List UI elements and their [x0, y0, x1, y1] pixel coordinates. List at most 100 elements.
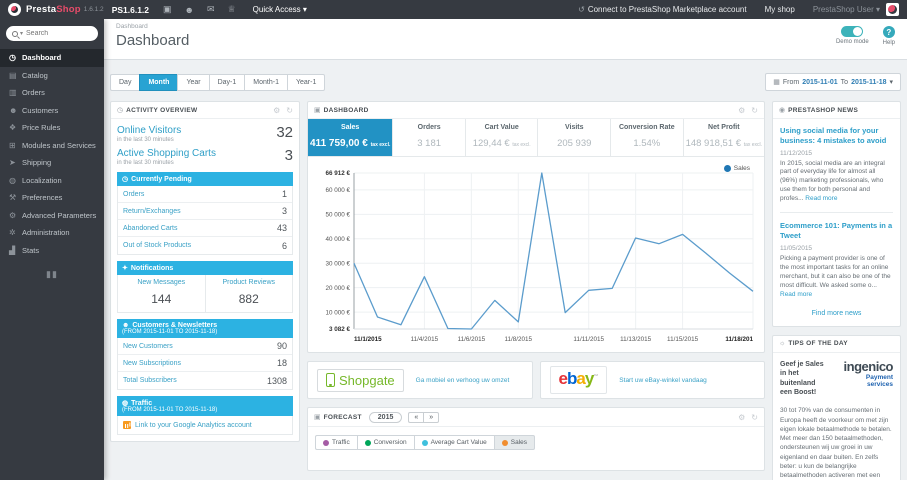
google-analytics-row: Link to your Google Analytics account: [117, 416, 293, 435]
sidebar-collapse-icon[interactable]: ▮▮: [0, 269, 104, 280]
period-day-button[interactable]: Day: [110, 73, 140, 91]
sidebar-item-localization[interactable]: ◍ Localization: [0, 172, 104, 190]
kpi-visits[interactable]: Visits 205 939: [538, 119, 612, 156]
my-shop-link[interactable]: My shop: [765, 5, 795, 14]
sidebar-item-price-rules[interactable]: ❖ Price Rules: [0, 119, 104, 137]
online-visitors-link[interactable]: Online Visitors: [117, 125, 181, 136]
period-month-button[interactable]: Month: [139, 73, 178, 91]
news-article-date: 11/12/2015: [780, 149, 813, 157]
shopgate-link[interactable]: Ga mobiel en verhoog uw omzet: [416, 377, 510, 384]
sidebar-item-preferences[interactable]: ⚒ Preferences: [0, 189, 104, 207]
kpi-sales[interactable]: Sales 411 759,00 € tax excl.: [308, 119, 394, 156]
sidebar-item-advanced-parameters[interactable]: ⚙ Advanced Parameters: [0, 207, 104, 225]
news-article-title[interactable]: Ecommerce 101: Payments in a Tweet: [780, 221, 893, 241]
svg-text:11/13/2015: 11/13/2015: [620, 336, 652, 343]
forecast-panel: ▣ FORECAST 2015 « » ⚙ ↻ Traffic Conversio…: [307, 407, 765, 471]
read-more-link[interactable]: Read more: [805, 195, 837, 202]
refresh-icon[interactable]: ↻: [751, 413, 758, 422]
quick-access-menu[interactable]: Quick Access ▾: [253, 5, 307, 14]
breadcrumb[interactable]: Dashboard: [116, 23, 907, 30]
product-reviews-link[interactable]: Product Reviews: [208, 279, 291, 286]
traffic-header: ◍ Traffic (FROM 2015-11-01 TO 2015-11-18): [117, 396, 293, 416]
total-subscribers-link[interactable]: Total Subscribers: [123, 377, 177, 384]
chart-legend[interactable]: Sales: [723, 165, 750, 172]
avatar[interactable]: [886, 3, 899, 16]
period-day-1-button[interactable]: Day-1: [208, 73, 245, 91]
question-mark-icon: ?: [882, 26, 895, 38]
svg-text:11/15/2015: 11/15/2015: [667, 336, 699, 343]
catalog-icon: ▤: [9, 70, 17, 80]
svg-text:40 000 €: 40 000 €: [325, 236, 350, 243]
kpi-conversion-rate[interactable]: Conversion Rate 1.54%: [611, 119, 684, 156]
period-month-1-button[interactable]: Month-1: [244, 73, 287, 91]
period-year-1-button[interactable]: Year-1: [286, 73, 326, 91]
demo-mode-toggle[interactable]: Demo mode: [836, 26, 869, 46]
refresh-icon[interactable]: ↻: [751, 106, 758, 115]
sidebar-item-orders[interactable]: ▥ Orders: [0, 84, 104, 102]
kpi-orders[interactable]: Orders 3 181: [393, 119, 466, 156]
new-subscriptions-link[interactable]: New Subscriptions: [123, 360, 181, 367]
user-icon[interactable]: ☻: [185, 5, 194, 15]
help-button[interactable]: ? Help: [883, 26, 895, 46]
list-item: Return/Exchanges 3: [118, 203, 292, 220]
legend-conversion-button[interactable]: Conversion: [356, 435, 414, 450]
sidebar-item-administration[interactable]: ✲ Administration: [0, 224, 104, 242]
currently-pending-header: ◷ Currently Pending: [117, 172, 293, 186]
gear-icon[interactable]: ⚙: [738, 413, 745, 422]
out-of-stock-link[interactable]: Out of Stock Products: [123, 242, 191, 249]
news-article-title[interactable]: Using social media for your business: 4 …: [780, 126, 893, 146]
cart-icon: ▣: [314, 107, 321, 114]
forecast-prev-button[interactable]: «: [408, 411, 424, 423]
sidebar-item-customers[interactable]: ☻ Customers: [0, 102, 104, 120]
mail-icon[interactable]: ✉: [207, 4, 215, 15]
prestashop-logo-icon[interactable]: [8, 3, 21, 16]
date-range-picker[interactable]: ▦ From 2015-11-01 To 2015-11-18 ▾: [765, 73, 901, 91]
ebay-link[interactable]: Start uw eBay-winkel vandaag: [619, 377, 706, 384]
cart-icon[interactable]: ▣: [163, 4, 172, 15]
traffic-dot-icon: [323, 439, 329, 446]
panel-title: ACTIVITY OVERVIEW: [126, 106, 198, 114]
sidebar-item-stats[interactable]: ▟ Stats: [0, 242, 104, 260]
sidebar-item-shipping[interactable]: ➤ Shipping: [0, 154, 104, 172]
read-more-link[interactable]: Read more: [780, 291, 812, 298]
topbar: PrestaShop 1.6.1.2 PS1.6.1.2 ▣ ☻ ✉ ♕ Qui…: [0, 0, 907, 19]
administration-icon: ✲: [9, 228, 16, 238]
orders-link[interactable]: Orders: [123, 191, 144, 198]
abandoned-carts-link[interactable]: Abandoned Carts: [123, 225, 177, 232]
legend-avg-cart-value-button[interactable]: Average Cart Value: [413, 435, 494, 450]
sidebar-item-modules[interactable]: ⊞ Modules and Services: [0, 137, 104, 155]
toggle-on-icon[interactable]: [841, 26, 864, 37]
kpi-net-profit[interactable]: Net Profit 148 918,51 € tax excl.: [684, 119, 764, 156]
trophy-icon[interactable]: ♕: [228, 4, 236, 15]
page-title: Dashboard: [116, 32, 190, 49]
kpi-cart-value[interactable]: Cart Value 129,44 € tax excl.: [466, 119, 539, 156]
clock-icon: ◷: [117, 107, 124, 114]
tips-body-text: 30 tot 70% van de consumenten in Europa …: [780, 407, 892, 479]
svg-text:3 082 €: 3 082 €: [329, 326, 351, 333]
user-menu[interactable]: PrestaShop User ▾: [813, 5, 880, 14]
gear-icon[interactable]: ⚙: [273, 106, 280, 115]
new-messages-link[interactable]: New Messages: [120, 279, 203, 286]
date-from: 2015-11-01: [802, 78, 838, 86]
sidebar-search[interactable]: ▾: [6, 26, 98, 41]
shipping-icon: ➤: [9, 158, 16, 168]
legend-dot-icon: [723, 165, 731, 172]
marketplace-link[interactable]: ↺ Connect to PrestaShop Marketplace accou…: [578, 5, 746, 14]
period-year-button[interactable]: Year: [177, 73, 209, 91]
sidebar-item-dashboard[interactable]: ◷ Dashboard: [0, 49, 104, 67]
search-input[interactable]: [26, 30, 87, 37]
refresh-icon[interactable]: ↻: [286, 106, 293, 115]
customers-newsletters-header: ☻ Customers & Newsletters (FROM 2015-11-0…: [117, 319, 293, 338]
legend-traffic-button[interactable]: Traffic: [315, 435, 357, 450]
new-customers-link[interactable]: New Customers: [123, 343, 173, 350]
globe-icon: ◍: [122, 400, 129, 407]
find-more-news-link[interactable]: Find more news: [780, 310, 893, 317]
returns-link[interactable]: Return/Exchanges: [123, 208, 181, 215]
active-carts-link[interactable]: Active Shopping Carts: [117, 148, 216, 159]
google-analytics-link[interactable]: Link to your Google Analytics account: [135, 422, 252, 429]
legend-sales-button[interactable]: Sales: [493, 435, 535, 450]
lightbulb-icon: ☼: [779, 340, 786, 348]
gear-icon[interactable]: ⚙: [738, 106, 745, 115]
forecast-next-button[interactable]: »: [423, 411, 440, 423]
sidebar-item-catalog[interactable]: ▤ Catalog: [0, 67, 104, 85]
